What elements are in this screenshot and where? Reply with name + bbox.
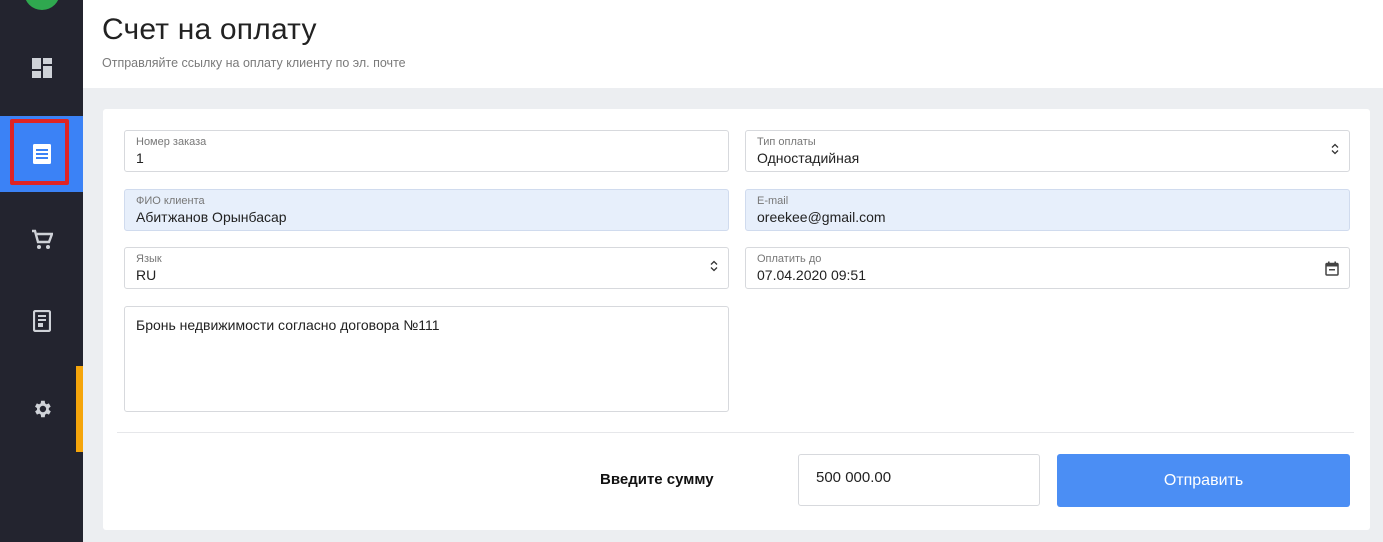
sidebar: [0, 0, 83, 542]
client-name-label: ФИО клиента: [136, 195, 205, 207]
sidebar-item-invoice[interactable]: [0, 116, 83, 192]
email-value: oreekee@gmail.com: [757, 209, 886, 225]
calendar-icon[interactable]: [1325, 261, 1339, 279]
payment-type-value: Одностадийная: [757, 150, 860, 166]
select-arrows-icon: [710, 260, 718, 275]
language-value: RU: [136, 267, 157, 283]
receipt-icon: [32, 310, 51, 332]
cart-icon: [31, 229, 53, 251]
order-number-label: Номер заказа: [136, 136, 207, 148]
avatar[interactable]: [24, 0, 60, 10]
pay-until-label: Оплатить до: [757, 253, 822, 265]
language-label: Язык: [136, 253, 162, 265]
order-number-value: 1: [136, 150, 144, 166]
sidebar-item-documents[interactable]: [0, 283, 83, 359]
invoice-icon: [32, 143, 52, 165]
submit-button[interactable]: Отправить: [1057, 454, 1350, 507]
client-name-value: Абитжанов Орынбасар: [136, 209, 287, 225]
sidebar-item-dashboard[interactable]: [0, 30, 83, 106]
divider: [117, 432, 1354, 433]
amount-input[interactable]: 500 000.00: [798, 454, 1040, 506]
pay-until-value: 07.04.2020 09:51: [757, 267, 866, 283]
accent-bar: [76, 366, 83, 452]
select-arrows-icon: [1331, 143, 1339, 158]
description-textarea[interactable]: Бронь недвижимости согласно договора №11…: [124, 306, 729, 412]
payment-type-label: Тип оплаты: [757, 136, 816, 148]
pay-until-field[interactable]: Оплатить до 07.04.2020 09:51: [745, 247, 1350, 289]
sidebar-item-cart[interactable]: [0, 202, 83, 278]
dashboard-icon: [31, 58, 52, 78]
email-label: E-mail: [757, 195, 789, 207]
app-window: Счет на оплату Отправляйте ссылку на опл…: [0, 0, 1383, 542]
sidebar-item-settings[interactable]: [0, 371, 83, 447]
language-select[interactable]: Язык RU: [124, 247, 729, 289]
client-name-field[interactable]: ФИО клиента Абитжанов Орынбасар: [124, 189, 729, 231]
page-subtitle: Отправляйте ссылку на оплату клиенту по …: [102, 56, 406, 70]
gear-icon: [31, 398, 53, 420]
amount-label: Введите сумму: [600, 471, 714, 488]
payment-type-select[interactable]: Тип оплаты Одностадийная: [745, 130, 1350, 172]
page-title: Счет на оплату: [102, 13, 317, 46]
email-field[interactable]: E-mail oreekee@gmail.com: [745, 189, 1350, 231]
order-number-field[interactable]: Номер заказа 1: [124, 130, 729, 172]
